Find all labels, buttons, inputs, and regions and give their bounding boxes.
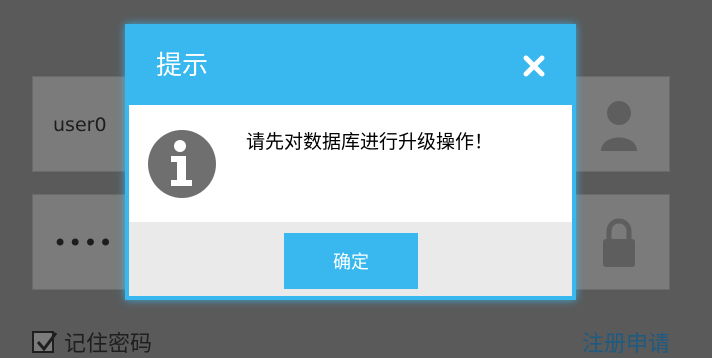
ok-button[interactable]: 确定 [284, 233, 418, 289]
alert-dialog: 提示 请先对数据库进行升级操作！ 确定 [125, 24, 576, 300]
dialog-message: 请先对数据库进行升级操作！ [246, 131, 494, 153]
remember-checkbox[interactable] [32, 331, 58, 353]
info-icon [148, 130, 216, 198]
dialog-header: 提示 [129, 28, 572, 105]
register-link[interactable]: 注册申请 [582, 326, 670, 358]
remember-password[interactable]: 记住密码 [32, 326, 152, 358]
password-value: •••• [53, 229, 114, 257]
remember-label: 记住密码 [64, 332, 153, 357]
dialog-title: 提示 [156, 51, 209, 81]
username-value: user0 [53, 114, 107, 136]
dialog-footer: 确定 [129, 222, 572, 296]
close-icon[interactable] [522, 54, 546, 78]
lock-icon [603, 218, 635, 267]
check-icon [36, 332, 58, 352]
dialog-body: 请先对数据库进行升级操作！ [129, 105, 572, 222]
user-icon [601, 101, 637, 151]
